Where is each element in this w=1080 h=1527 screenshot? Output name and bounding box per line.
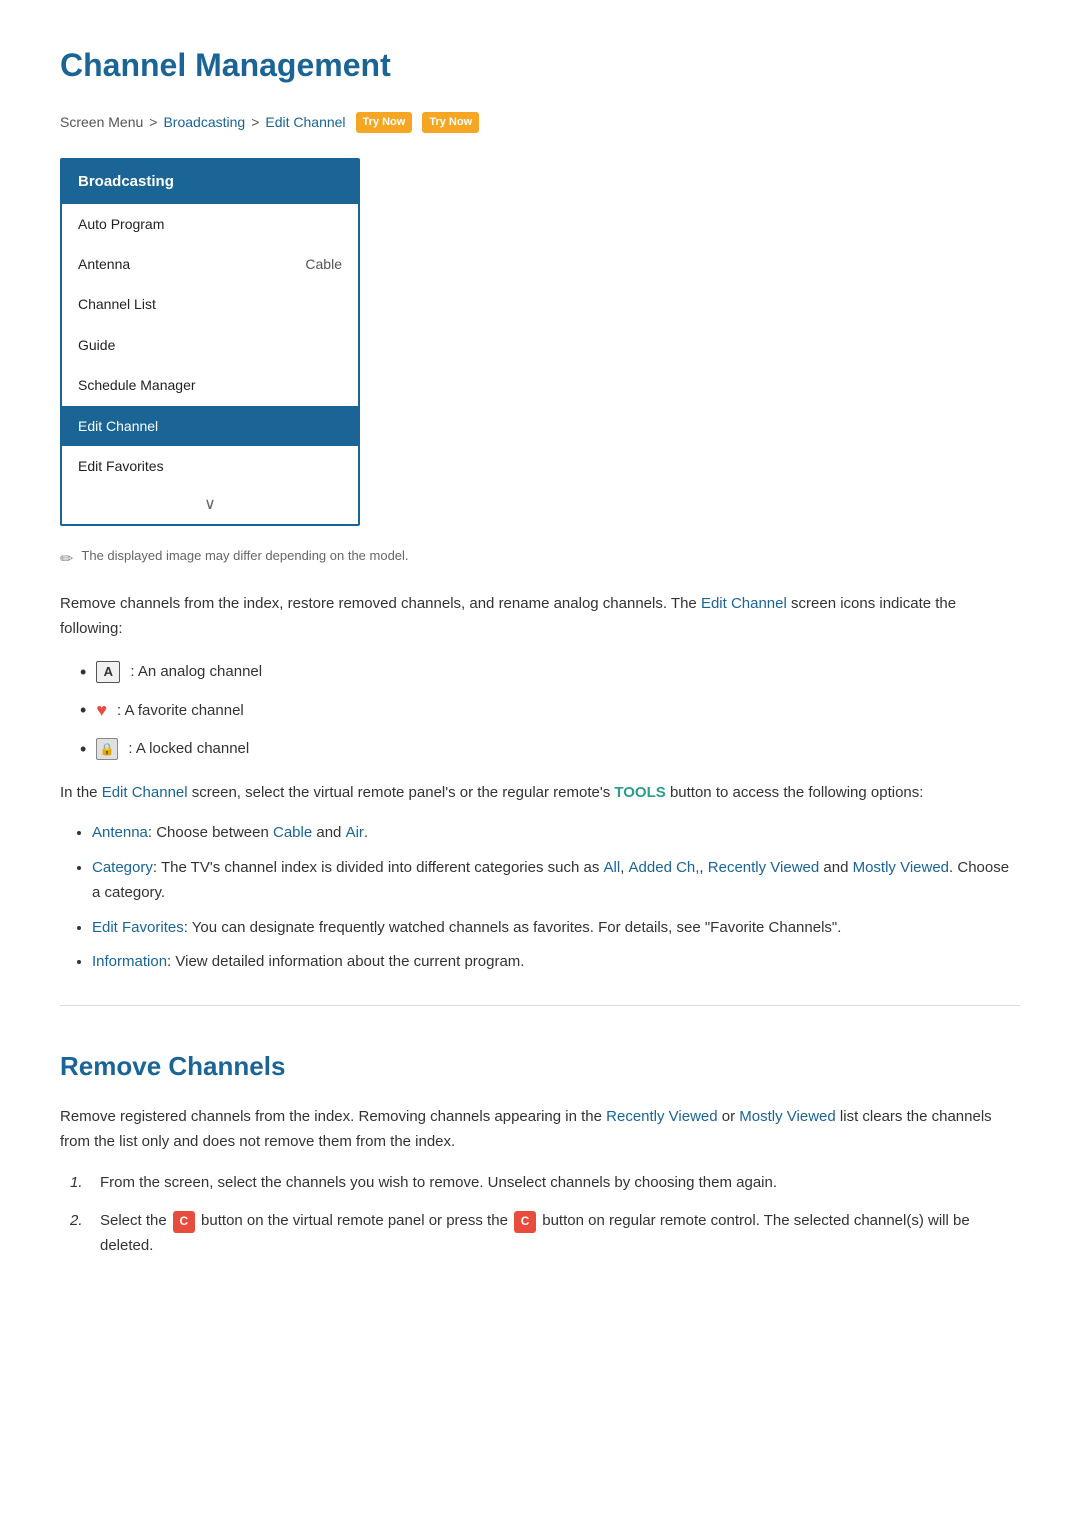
menu-item-label: Guide <box>78 334 115 356</box>
icon-desc-favorite: : A favorite channel <box>117 699 244 723</box>
step-1-text: From the screen, select the channels you… <box>100 1171 777 1196</box>
note-text: The displayed image may differ depending… <box>81 546 408 567</box>
step-1: From the screen, select the channels you… <box>70 1171 1020 1196</box>
edit-channel-link-1[interactable]: Edit Channel <box>701 595 787 612</box>
cable-link[interactable]: Cable <box>273 824 312 841</box>
remove-channels-intro: Remove registered channels from the inde… <box>60 1104 1020 1155</box>
edit-channel-link-2[interactable]: Edit Channel <box>102 784 188 801</box>
lock-icon: 🔒 <box>96 738 118 760</box>
breadcrumb-sep1: > <box>149 111 157 133</box>
recently-viewed-link-1[interactable]: Recently Viewed <box>708 859 819 876</box>
icon-desc-locked: : A locked channel <box>128 737 249 761</box>
icon-list-item-locked: 🔒 : A locked channel <box>80 735 1020 764</box>
all-link[interactable]: All <box>604 859 621 876</box>
option-category: Category: The TV's channel index is divi… <box>92 856 1020 906</box>
option-antenna: Antenna: Choose between Cable and Air. <box>92 821 1020 846</box>
icon-list-item-analog: A : An analog channel <box>80 658 1020 687</box>
menu-item-edit-favorites[interactable]: Edit Favorites <box>62 446 358 486</box>
page-title: Channel Management <box>60 40 1020 91</box>
icons-list: A : An analog channel ♥ : A favorite cha… <box>80 658 1020 764</box>
menu-item-auto-program[interactable]: Auto Program <box>62 204 358 244</box>
menu-footer-chevron: ∨ <box>62 486 358 524</box>
option-information: Information: View detailed information a… <box>92 950 1020 975</box>
menu-item-label: Antenna <box>78 253 130 275</box>
step-2-text: Select the C button on the virtual remot… <box>100 1209 1020 1259</box>
remove-steps: From the screen, select the channels you… <box>70 1171 1020 1259</box>
option-information-link[interactable]: Information <box>92 953 167 970</box>
option-edit-favorites-link[interactable]: Edit Favorites <box>92 919 184 936</box>
heart-icon: ♥ <box>96 696 107 725</box>
analog-icon: A <box>96 661 120 683</box>
remove-channels-heading: Remove Channels <box>60 1046 1020 1088</box>
option-category-link[interactable]: Category <box>92 859 153 876</box>
menu-item-label: Edit Channel <box>78 415 158 437</box>
section-divider <box>60 1005 1020 1006</box>
breadcrumb-start: Screen Menu <box>60 111 143 133</box>
menu-item-schedule-manager[interactable]: Schedule Manager <box>62 365 358 405</box>
pencil-icon: ✏ <box>60 547 73 573</box>
tools-paragraph: In the Edit Channel screen, select the v… <box>60 780 1020 806</box>
breadcrumb-link-broadcasting[interactable]: Broadcasting <box>163 111 245 133</box>
menu-panel: Broadcasting Auto Program Antenna Cable … <box>60 158 360 526</box>
recently-viewed-link-2[interactable]: Recently Viewed <box>606 1108 717 1125</box>
option-edit-favorites: Edit Favorites: You can designate freque… <box>92 916 1020 941</box>
menu-header: Broadcasting <box>62 160 358 204</box>
options-list: Antenna: Choose between Cable and Air. C… <box>92 821 1020 975</box>
menu-item-label: Channel List <box>78 293 156 315</box>
c-button-2: C <box>514 1211 536 1233</box>
added-ch-link[interactable]: Added Ch, <box>629 859 700 876</box>
menu-item-antenna[interactable]: Antenna Cable <box>62 244 358 284</box>
breadcrumb: Screen Menu > Broadcasting > Edit Channe… <box>60 111 1020 133</box>
option-antenna-link[interactable]: Antenna <box>92 824 148 841</box>
model-note: ✏ The displayed image may differ dependi… <box>60 546 1020 573</box>
air-link[interactable]: Air <box>346 824 364 841</box>
menu-item-label: Auto Program <box>78 213 164 235</box>
menu-item-guide[interactable]: Guide <box>62 325 358 365</box>
c-button-1: C <box>173 1211 195 1233</box>
breadcrumb-link-edit-channel[interactable]: Edit Channel <box>265 111 345 133</box>
mostly-viewed-link-2[interactable]: Mostly Viewed <box>739 1108 835 1125</box>
menu-item-label: Edit Favorites <box>78 455 164 477</box>
menu-item-edit-channel[interactable]: Edit Channel <box>62 406 358 446</box>
icon-list-item-favorite: ♥ : A favorite channel <box>80 696 1020 725</box>
step-2: Select the C button on the virtual remot… <box>70 1209 1020 1259</box>
icon-desc-analog: : An analog channel <box>130 660 262 684</box>
try-now-badge-1[interactable]: Try Now <box>356 112 413 134</box>
menu-item-value: Cable <box>305 253 342 275</box>
intro-paragraph: Remove channels from the index, restore … <box>60 591 1020 642</box>
try-now-badge-2[interactable]: Try Now <box>422 112 479 134</box>
tools-link: TOOLS <box>614 784 665 801</box>
menu-item-label: Schedule Manager <box>78 374 196 396</box>
breadcrumb-sep2: > <box>251 111 259 133</box>
menu-item-channel-list[interactable]: Channel List <box>62 284 358 324</box>
mostly-viewed-link-1[interactable]: Mostly Viewed <box>853 859 949 876</box>
